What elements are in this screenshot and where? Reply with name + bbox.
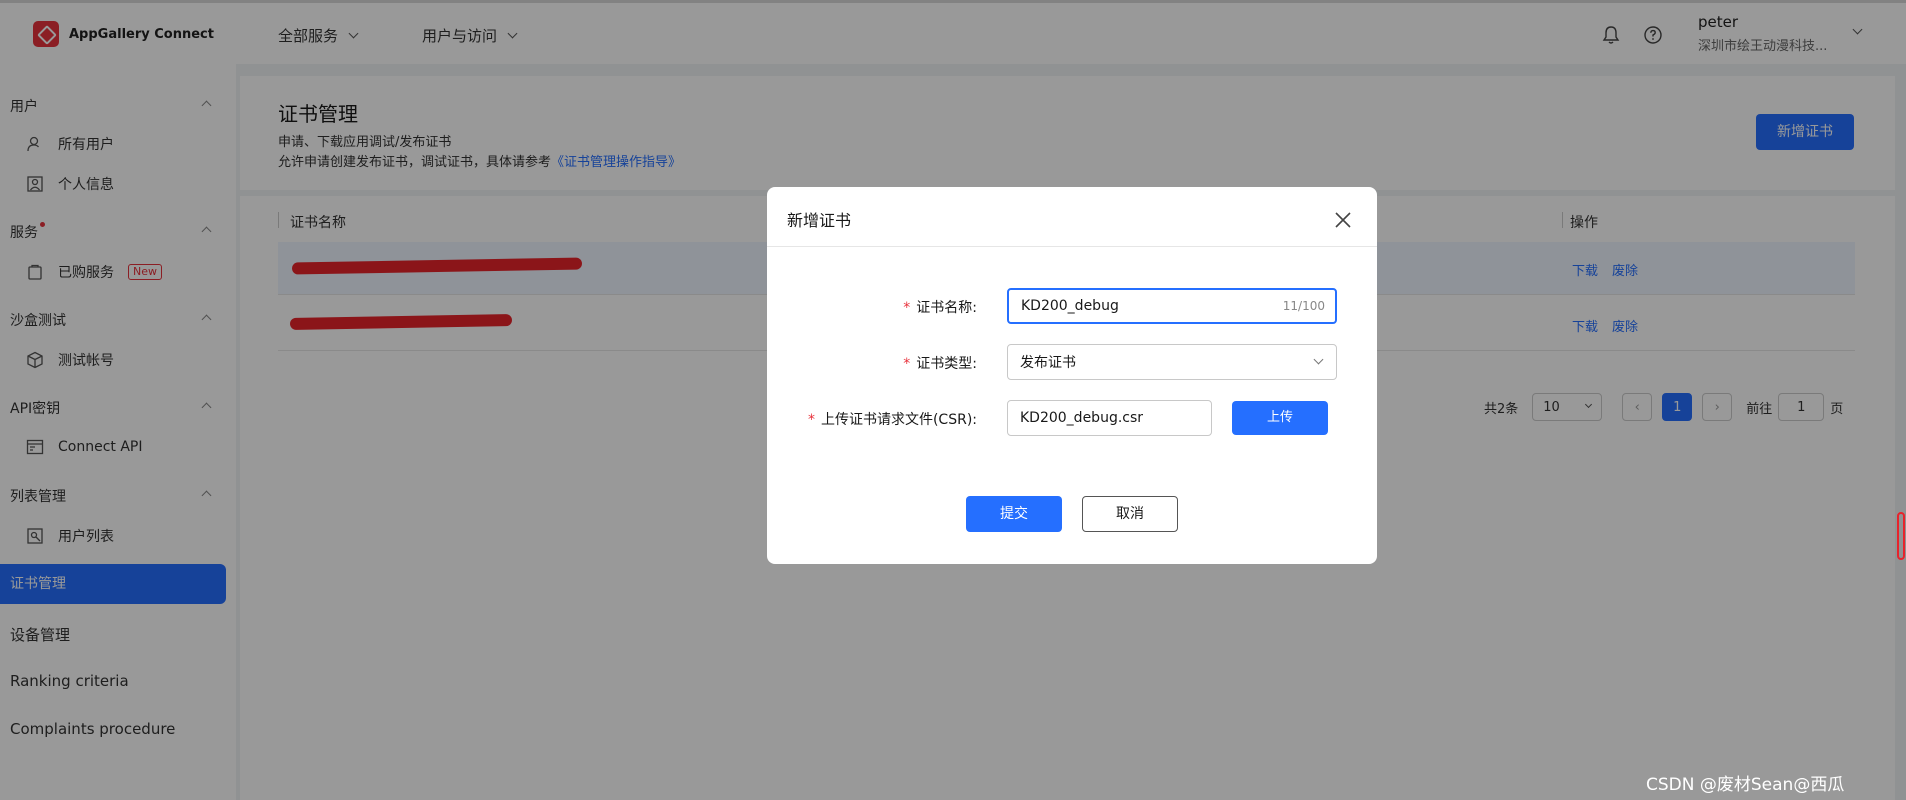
certificate-type-select[interactable]: 发布证书: [1007, 344, 1337, 380]
certificate-name-input[interactable]: KD200_debug 11/100: [1007, 288, 1337, 324]
add-certificate-dialog: 新增证书 * 证书名称: KD200_debug 11/100 * 证书类型: 发布…: [767, 187, 1377, 564]
chevron-down-icon: [1313, 354, 1324, 365]
type-value: 发布证书: [1020, 355, 1076, 371]
dialog-divider: [767, 246, 1377, 247]
scrollbar-thumb[interactable]: [1897, 512, 1905, 560]
name-value: KD200_debug: [1021, 298, 1119, 314]
csr-file-input[interactable]: KD200_debug.csr: [1007, 400, 1212, 436]
csr-value: KD200_debug.csr: [1020, 410, 1144, 426]
required-mark: *: [807, 412, 815, 428]
csr-label: * 上传证书请求文件(CSR):: [767, 409, 977, 429]
char-counter: 11/100: [1282, 299, 1325, 313]
name-label-text: 证书名称:: [916, 300, 977, 316]
cancel-button[interactable]: 取消: [1082, 496, 1178, 532]
close-icon[interactable]: [1334, 211, 1352, 229]
required-mark: *: [903, 356, 911, 372]
name-label: * 证书名称:: [767, 297, 977, 317]
watermark: CSDN @废材Sean@西瓜: [1646, 775, 1845, 795]
type-label-text: 证书类型:: [916, 356, 977, 372]
csr-label-text: 上传证书请求文件(CSR):: [820, 412, 977, 428]
submit-button[interactable]: 提交: [966, 496, 1062, 532]
type-label: * 证书类型:: [767, 353, 977, 373]
dialog-title: 新增证书: [787, 211, 852, 230]
upload-button[interactable]: 上传: [1232, 401, 1328, 435]
required-mark: *: [903, 300, 911, 316]
